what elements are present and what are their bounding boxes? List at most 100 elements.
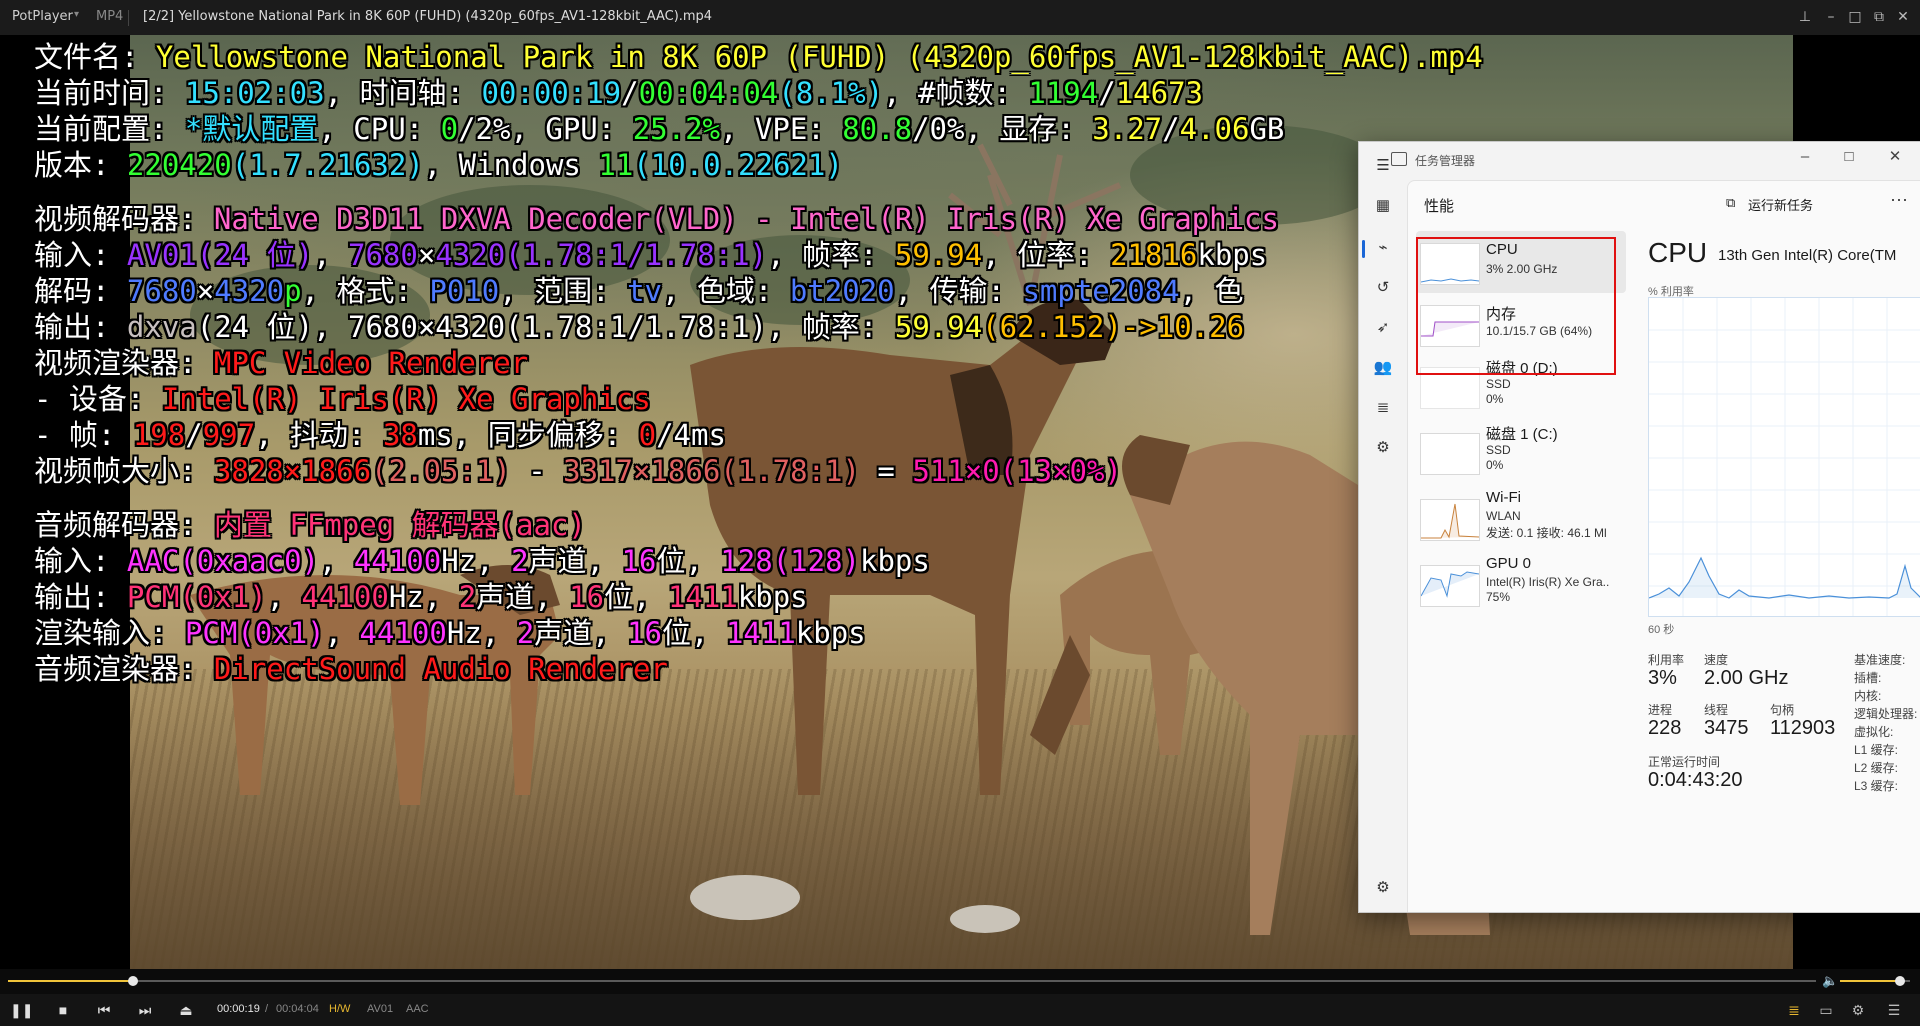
osd-label: 位, — [604, 580, 668, 614]
performance-icon[interactable]: ⌁ — [1373, 238, 1393, 258]
osd-label: , 位率: — [982, 238, 1111, 272]
osd-value: 44100 — [359, 616, 447, 650]
resource-item-gpu[interactable]: GPU 0 Intel(R) Iris(R) Xe Gra.. 75% — [1416, 553, 1626, 615]
osd-audio-output-line: 输出: PCM(0x1), 44100Hz, 2声道, 16位, 1411kbp… — [34, 579, 1483, 615]
settings-gear-icon[interactable]: ⚙ — [1848, 1000, 1868, 1020]
osd-label: 声道, — [534, 616, 628, 650]
details-icon[interactable]: ≣ — [1373, 398, 1393, 418]
osd-label: 输入: — [34, 544, 127, 578]
osd-value: (13×0%) — [999, 454, 1122, 488]
resource-detail: 10.1/15.7 GB (64%) — [1486, 324, 1593, 338]
osd-label: kbps — [795, 616, 866, 650]
osd-label: = — [859, 454, 913, 488]
osd-value: (2.05:1) — [371, 454, 511, 488]
osd-value: 997 — [202, 418, 256, 452]
playlist-search-icon[interactable]: ≣ — [1784, 1000, 1804, 1020]
hw-decode-badge[interactable]: H/W — [329, 1003, 350, 1015]
resource-usage: 0% — [1486, 458, 1504, 472]
services-icon[interactable]: ⚙ — [1373, 438, 1393, 458]
resource-item-memory[interactable]: 内存 10.1/15.7 GB (64%) — [1416, 293, 1626, 355]
audio-codec-badge[interactable]: AAC — [406, 1003, 429, 1015]
osd-value: (1.7.21632) — [231, 148, 424, 182]
osd-value: 7680 — [348, 238, 418, 272]
osd-label: 输出: — [34, 580, 127, 614]
osd-label: , 色域: — [662, 274, 790, 308]
spec-label: L3 缓存: — [1854, 779, 1899, 793]
osd-label: Hz, — [441, 544, 512, 578]
player-titlebar: PotPlayer ▾ MP4 [2/2] Yellowstone Nation… — [0, 0, 1920, 35]
seek-slider[interactable] — [8, 976, 1816, 986]
resource-item-disk0[interactable]: 磁盘 0 (D:) SSD 0% — [1416, 355, 1626, 417]
active-indicator — [1362, 240, 1365, 258]
app-menu-button[interactable]: PotPlayer — [12, 9, 73, 24]
osd-label: / — [1098, 76, 1116, 110]
uptime-value: 0:04:43:20 — [1648, 769, 1743, 791]
minimize-button[interactable]: – — [1821, 7, 1841, 27]
cpu-model-name: 13th Gen Intel(R) Core(TM — [1718, 247, 1897, 264]
threads-value: 3475 — [1704, 717, 1749, 739]
resource-item-disk1[interactable]: 磁盘 1 (C:) SSD 0% — [1416, 421, 1626, 483]
stat-label: 速度 — [1704, 653, 1729, 667]
seek-handle[interactable] — [127, 976, 138, 986]
app-history-icon[interactable]: ↺ — [1373, 278, 1393, 298]
osd-label: 当前时间: — [34, 76, 185, 110]
osd-value: 0 — [440, 112, 459, 146]
users-icon[interactable]: 👥 — [1373, 358, 1393, 378]
pause-button[interactable]: ❚❚ — [10, 999, 33, 1021]
eject-button[interactable]: ⏏ — [175, 999, 197, 1021]
resource-item-wifi[interactable]: Wi-Fi WLAN 发送: 0.1 接收: 46.1 Ml — [1416, 487, 1626, 549]
osd-label: , — [313, 238, 348, 272]
run-new-task-button[interactable]: ⧉ 运行新任务 — [1726, 195, 1813, 214]
tm-close-button[interactable]: ✕ — [1883, 147, 1907, 167]
hamburger-menu-icon[interactable]: ☰ — [1373, 156, 1393, 176]
osd-value: (1.78:1) — [720, 454, 860, 488]
task-manager-window[interactable]: ☰ ▦ ⌁ ↺ ➶ 👥 ≣ ⚙ ⚙ 任务管理器 – □ ✕ 性能 ⧉ 运行新任务 … — [1358, 141, 1920, 913]
osd-value: 4.06 — [1179, 112, 1250, 146]
chevron-down-icon[interactable]: ▾ — [74, 9, 79, 20]
screen-icon[interactable]: ▭ — [1816, 1000, 1836, 1020]
osd-label: / — [1162, 112, 1180, 146]
volume-handle[interactable] — [1895, 976, 1906, 986]
more-options-icon[interactable]: ··· — [1890, 189, 1908, 210]
previous-button[interactable]: ⏮ — [93, 999, 115, 1021]
speed-value: 2.00 GHz — [1704, 667, 1789, 689]
processes-icon[interactable]: ▦ — [1373, 196, 1393, 216]
menu-icon[interactable]: ☰ — [1884, 1000, 1904, 1020]
seek-progress — [8, 980, 133, 982]
settings-gear-icon[interactable]: ⚙ — [1373, 878, 1393, 898]
tm-minimize-button[interactable]: – — [1793, 147, 1817, 167]
graph-time-span: 60 秒 — [1648, 624, 1675, 636]
cpu-utilization-graph — [1648, 297, 1920, 617]
volume-slider[interactable] — [1840, 976, 1910, 986]
startup-apps-icon[interactable]: ➶ — [1373, 318, 1393, 338]
resource-usage: 发送: 0.1 接收: 46.1 Ml — [1486, 526, 1607, 540]
close-button[interactable]: ✕ — [1893, 7, 1913, 27]
osd-label: 输出: — [34, 310, 127, 344]
osd-value: smpte2084 — [1022, 274, 1180, 308]
osd-label: 声道, — [528, 544, 622, 578]
osd-frame-size-line: 视频帧大小: 3828×1866(2.05:1) - 3317×1866(1.7… — [34, 453, 1483, 489]
resource-detail: WLAN — [1486, 509, 1521, 523]
osd-value: 198 — [132, 418, 186, 452]
video-codec-badge[interactable]: AV01 — [367, 1003, 393, 1015]
osd-value: 2 — [516, 616, 535, 650]
resource-item-cpu[interactable]: CPU 3% 2.00 GHz — [1416, 231, 1626, 293]
volume-icon[interactable]: 🔈 — [1822, 974, 1838, 989]
osd-value: 59.94 — [894, 238, 983, 272]
osd-label: 声道, — [476, 580, 570, 614]
osd-label: 版本: — [34, 148, 127, 182]
playback-info-overlay: 文件名: Yellowstone National Park in 8K 60P… — [34, 39, 1483, 687]
next-button[interactable]: ⏭ — [134, 999, 156, 1021]
fullscreen-button[interactable]: ⧉ — [1869, 7, 1889, 27]
stop-button[interactable]: ■ — [52, 999, 74, 1021]
osd-label: /0% — [912, 112, 965, 146]
disk0-mini-graph — [1420, 367, 1480, 409]
seek-bar-area: 🔈 — [0, 969, 1920, 994]
memory-mini-graph — [1420, 305, 1480, 347]
pin-icon[interactable]: ⊥ — [1795, 7, 1815, 27]
maximize-button[interactable]: □ — [1845, 7, 1865, 27]
osd-label: , 抖动: — [255, 418, 383, 452]
tm-maximize-button[interactable]: □ — [1837, 147, 1861, 167]
osd-video-renderer-line: 视频渲染器: MPC Video Renderer — [34, 345, 1483, 381]
osd-label: 音频解码器: — [34, 508, 214, 542]
